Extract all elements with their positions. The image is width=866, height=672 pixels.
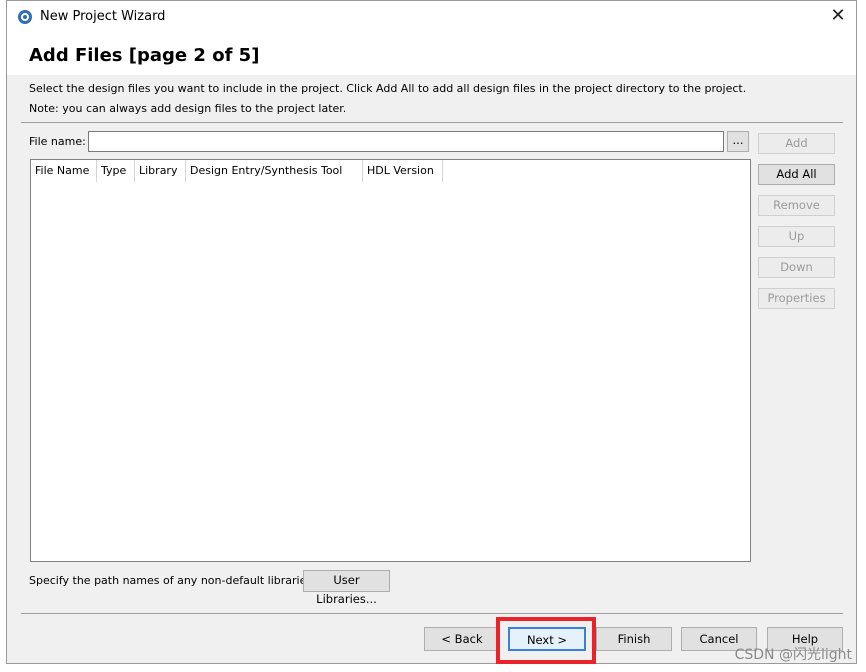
- remove-button[interactable]: Remove: [758, 195, 835, 216]
- wizard-window: New Project Wizard ✕ Add Files [page 2 o…: [6, 0, 857, 664]
- window-title: New Project Wizard: [40, 9, 166, 24]
- description-line-2: Note: you can always add design files to…: [29, 102, 347, 115]
- user-libraries-button[interactable]: User Libraries...: [303, 570, 390, 606]
- column-header-file-name[interactable]: File Name: [31, 160, 97, 182]
- properties-button[interactable]: Properties: [758, 288, 835, 309]
- page-title: Add Files [page 2 of 5]: [29, 45, 260, 66]
- add-all-button[interactable]: Add All: [758, 164, 835, 185]
- down-button[interactable]: Down: [758, 257, 835, 278]
- files-table[interactable]: File Name Type Library Design Entry/Synt…: [30, 159, 751, 562]
- footer-divider: [21, 613, 843, 614]
- libraries-label: Specify the path names of any non-defaul…: [29, 574, 316, 587]
- next-highlight-box: [496, 617, 596, 664]
- description-line-1: Select the design files you want to incl…: [29, 82, 747, 95]
- title-bar: New Project Wizard ✕: [7, 1, 856, 33]
- watermark: CSDN @闪光light: [734, 647, 852, 663]
- close-icon[interactable]: ✕: [828, 6, 848, 26]
- column-header-hdl-version[interactable]: HDL Version: [363, 160, 443, 182]
- column-header-library[interactable]: Library: [135, 160, 186, 182]
- quartus-app-icon: [18, 10, 32, 24]
- add-button[interactable]: Add: [758, 133, 835, 154]
- column-header-design-entry-tool[interactable]: Design Entry/Synthesis Tool: [186, 160, 363, 182]
- file-name-input[interactable]: [88, 131, 724, 152]
- finish-button[interactable]: Finish: [596, 627, 672, 651]
- divider: [21, 122, 843, 123]
- page-header: Add Files [page 2 of 5]: [7, 33, 856, 75]
- browse-button[interactable]: ...: [727, 131, 749, 152]
- up-button[interactable]: Up: [758, 226, 835, 247]
- file-name-label: File name:: [29, 135, 86, 148]
- back-button[interactable]: < Back: [424, 627, 500, 651]
- column-header-type[interactable]: Type: [97, 160, 135, 182]
